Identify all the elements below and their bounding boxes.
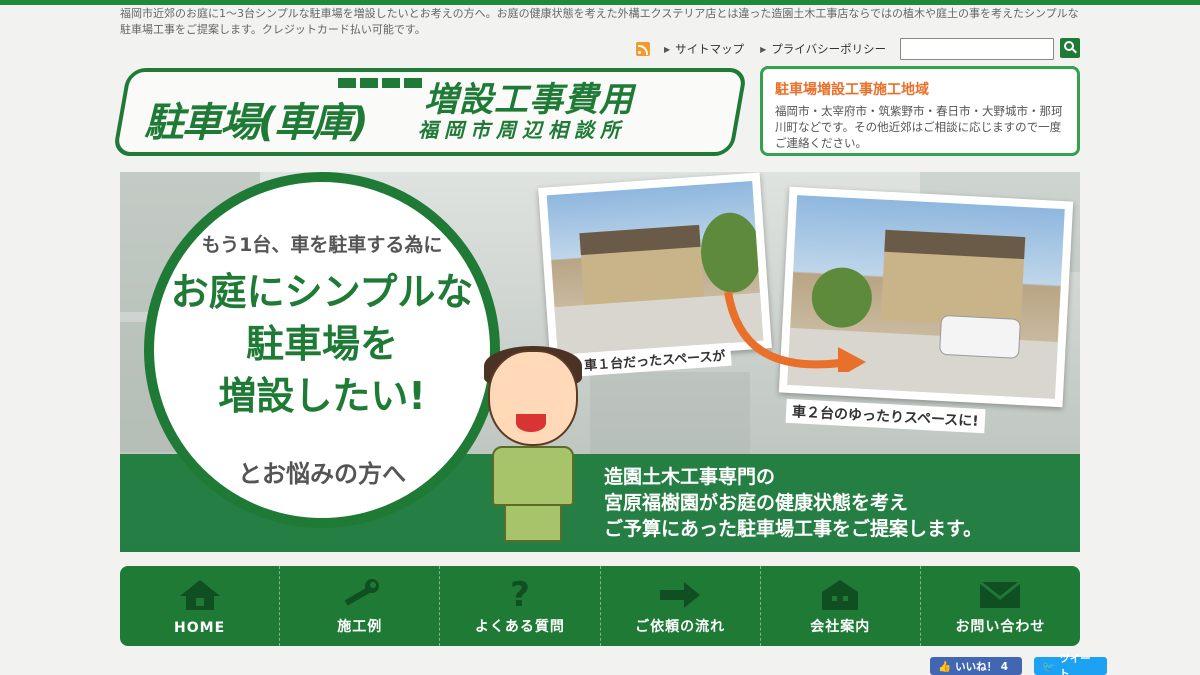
search-button[interactable]: [1060, 38, 1080, 58]
logo-main-text: 駐車場(車庫): [144, 100, 369, 146]
logo-line2: 福岡市周辺相談所: [418, 118, 626, 142]
mail-icon: [979, 580, 1022, 608]
top-accent-bar: [0, 0, 1200, 5]
nav-home[interactable]: HOME: [120, 566, 281, 646]
home-icon: [179, 580, 220, 610]
after-caption: 車２台のゆったりスペースに!: [785, 398, 986, 434]
svg-text:?: ?: [510, 578, 530, 612]
site-logo[interactable]: 駐車場(車庫) 増設工事費用 福岡市周辺相談所: [112, 68, 748, 158]
logo-decoration: [338, 78, 422, 88]
sitemap-link[interactable]: ▶ サイトマップ: [664, 41, 744, 57]
triangle-right-icon: ▶: [664, 44, 671, 54]
nav-flow[interactable]: ご依頼の流れ: [601, 566, 761, 646]
wrench-icon: [344, 579, 379, 606]
hero-band-text: 造園土木工事専門の 宮原福樹園がお庭の健康状態を考え ご予算にあった駐車場工事を…: [604, 466, 983, 540]
hero-banner: 造園土木工事専門の 宮原福樹園がお庭の健康状態を考え ご予算にあった駐車場工事を…: [120, 172, 1080, 552]
hero-lead: もう1台、車を駐車する為に: [201, 234, 443, 256]
nav-contact[interactable]: お問い合わせ: [921, 566, 1080, 646]
nav-works[interactable]: 施工例: [280, 566, 441, 646]
arrow-right-icon: [660, 582, 701, 608]
nav-faq[interactable]: ? よくある質問: [440, 566, 601, 646]
rss-icon[interactable]: [636, 42, 650, 56]
tweet-button[interactable]: 🐦 ツイート: [1034, 653, 1107, 675]
hero-message-circle: もう1台、車を駐車する為に お庭にシンプルな 駐車場を 増設したい! とお悩みの…: [144, 172, 500, 528]
privacy-link[interactable]: ▶ プライバシーポリシー: [760, 41, 886, 57]
nav-company[interactable]: 会社案内: [761, 566, 921, 646]
transition-arrow-icon: [724, 291, 866, 372]
triangle-right-icon: ▶: [760, 44, 767, 54]
question-icon: ?: [510, 578, 530, 612]
intro-text: 福岡市近郊のお庭に1〜3台シンプルな駐車場を増設したいとお考えの方へ。お庭の健康…: [120, 7, 1079, 36]
utility-links: ▶ サイトマップ ▶ プライバシーポリシー: [636, 38, 886, 60]
search-input[interactable]: [900, 38, 1054, 60]
mascot-character: [478, 346, 588, 545]
facebook-thumb-icon: 👍: [938, 660, 952, 673]
main-navigation: HOME 施工例 ? よくある質問 ご依頼の流れ 会社案内 お問い合わせ: [120, 566, 1080, 646]
building-icon: [822, 580, 859, 610]
service-area-box: 駐車場増設工事施工地域 福岡市・太宰府市・筑紫野市・春日市・大野城市・那珂川町な…: [760, 66, 1080, 156]
service-area-text: 福岡市・太宰府市・筑紫野市・春日市・大野城市・那珂川町などです。その他近郊はご相…: [775, 104, 1063, 150]
service-area-title: 駐車場増設工事施工地域: [775, 82, 929, 98]
twitter-bird-icon: 🐦: [1042, 660, 1056, 673]
hero-tail: とお悩みの方へ: [238, 460, 406, 488]
facebook-like-button[interactable]: 👍 いいね！ 4: [930, 657, 1022, 675]
hero-headline: お庭にシンプルな 駐車場を 増設したい!: [170, 270, 474, 418]
